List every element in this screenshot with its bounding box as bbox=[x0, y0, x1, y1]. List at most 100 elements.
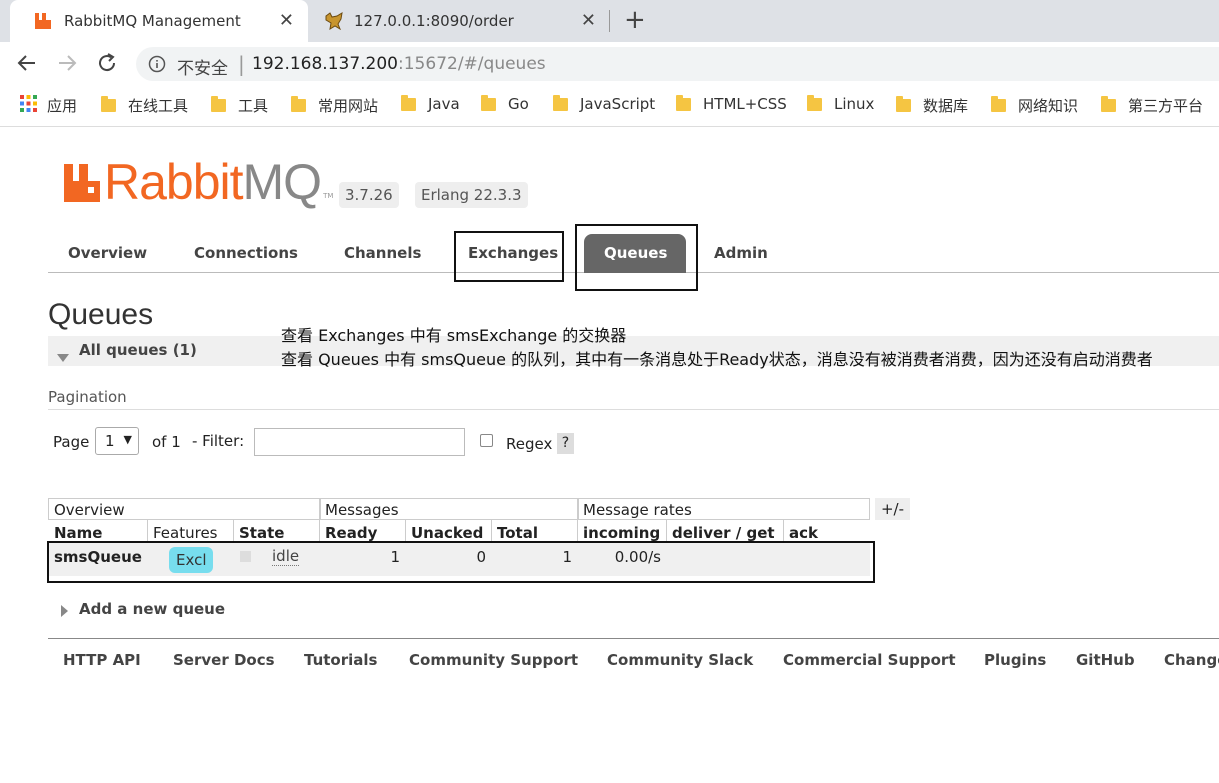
footer-link-commercial-support[interactable]: Commercial Support bbox=[783, 651, 956, 669]
folder-icon bbox=[1101, 96, 1116, 112]
footer-link-community-slack[interactable]: Community Slack bbox=[607, 651, 753, 669]
bookmark-label: Java bbox=[428, 95, 460, 113]
bookmark-label: HTML+CSS bbox=[703, 95, 787, 113]
pagination-divider bbox=[48, 409, 1219, 410]
bookmark-folder[interactable]: 网络知识 bbox=[991, 95, 1078, 116]
footer-link-changelog[interactable]: Changelog bbox=[1164, 651, 1219, 669]
apps-grid-icon bbox=[20, 95, 37, 116]
bookmark-label: 第三方平台 bbox=[1128, 97, 1204, 115]
tab-title: RabbitMQ Management bbox=[64, 12, 241, 30]
of-pages-label: of 1 bbox=[152, 433, 181, 451]
filter-input[interactable] bbox=[254, 428, 465, 456]
folder-icon bbox=[291, 96, 306, 112]
tomcat-favicon-icon bbox=[324, 12, 343, 31]
annotation-box-exchanges bbox=[454, 231, 564, 282]
new-tab-button[interactable]: + bbox=[624, 5, 646, 35]
footer-link-server-docs[interactable]: Server Docs bbox=[173, 651, 275, 669]
url-path: :15672/#/queues bbox=[398, 54, 546, 74]
annotation-box-queues bbox=[575, 224, 698, 291]
help-button[interactable]: ? bbox=[557, 433, 574, 454]
page-select[interactable]: 1 ▼ bbox=[95, 427, 139, 455]
rabbitmq-favicon-icon bbox=[34, 12, 52, 30]
bookmark-folder[interactable]: 常用网站 bbox=[291, 95, 378, 116]
collapse-triangle-icon[interactable] bbox=[57, 347, 69, 366]
bookmark-folder[interactable]: 数据库 bbox=[896, 95, 968, 116]
forward-icon[interactable] bbox=[56, 52, 78, 78]
folder-icon bbox=[101, 96, 116, 112]
add-queue-toggle[interactable]: Add a new queue bbox=[79, 600, 225, 618]
page-label: Page bbox=[53, 433, 90, 451]
bookmark-label: Go bbox=[508, 95, 529, 113]
columns-toggle-button[interactable]: +/- bbox=[875, 498, 910, 520]
bookmark-label: 应用 bbox=[47, 97, 78, 115]
bookmark-label: 网络知识 bbox=[1018, 97, 1079, 115]
bookmark-label: 工具 bbox=[238, 97, 269, 115]
bookmark-label: JavaScript bbox=[580, 95, 656, 113]
nav-admin[interactable]: Admin bbox=[714, 244, 768, 262]
bookmark-label: 数据库 bbox=[923, 97, 969, 115]
folder-icon bbox=[401, 94, 416, 111]
bookmark-apps[interactable]: 应用 bbox=[20, 95, 77, 116]
col-deliver-get[interactable]: deliver / get bbox=[672, 524, 775, 542]
reload-icon[interactable] bbox=[96, 52, 118, 78]
col-name[interactable]: Name bbox=[54, 524, 102, 542]
col-incoming[interactable]: incoming bbox=[583, 524, 660, 542]
tab-order[interactable]: 127.0.0.1:8090/order ✕ bbox=[310, 0, 608, 42]
folder-icon bbox=[676, 94, 691, 111]
annotation-box-queue-row bbox=[47, 541, 875, 583]
group-messages-label: Messages bbox=[325, 501, 399, 519]
bookmark-folder[interactable]: Java bbox=[401, 94, 460, 113]
tab-title: 127.0.0.1:8090/order bbox=[354, 12, 514, 30]
expand-triangle-icon[interactable] bbox=[61, 602, 69, 621]
footer-link-plugins[interactable]: Plugins bbox=[984, 651, 1046, 669]
bookmark-folder[interactable]: 在线工具 bbox=[101, 95, 188, 116]
page-title: Queues bbox=[48, 298, 154, 331]
bookmark-folder[interactable]: 第三方平台 bbox=[1101, 95, 1203, 116]
group-overview-label: Overview bbox=[54, 501, 125, 519]
bookmark-folder[interactable]: HTML+CSS bbox=[676, 94, 787, 113]
nav-overview[interactable]: Overview bbox=[68, 244, 147, 262]
bookmark-folder[interactable]: 工具 bbox=[211, 95, 268, 116]
col-state[interactable]: State bbox=[239, 524, 284, 542]
bookmark-label: 常用网站 bbox=[318, 97, 379, 115]
col-features: Features bbox=[153, 524, 218, 542]
bookmark-folder[interactable]: JavaScript bbox=[553, 94, 656, 113]
tab-divider bbox=[609, 10, 610, 32]
pagination-label: Pagination bbox=[48, 388, 127, 406]
close-tab-icon[interactable]: ✕ bbox=[279, 10, 294, 31]
back-icon[interactable] bbox=[16, 52, 38, 78]
logo-trademark: TM bbox=[323, 192, 334, 200]
col-ready[interactable]: Ready bbox=[325, 524, 377, 542]
url-text[interactable]: 192.168.137.200:15672/#/queues bbox=[252, 54, 546, 74]
regex-checkbox[interactable] bbox=[480, 434, 493, 447]
bookmark-label: 在线工具 bbox=[128, 97, 189, 115]
annotation-text-2: 查看 Queues 中有 smsQueue 的队列，其中有一条消息处于Ready… bbox=[281, 350, 1153, 369]
footer-link-github[interactable]: GitHub bbox=[1076, 651, 1135, 669]
erlang-badge: Erlang 22.3.3 bbox=[415, 182, 528, 208]
footer-link-community-support[interactable]: Community Support bbox=[409, 651, 578, 669]
folder-icon bbox=[481, 94, 496, 111]
chevron-down-icon: ▼ bbox=[123, 433, 132, 446]
url-host: 192.168.137.200 bbox=[252, 54, 399, 74]
bookmark-folder[interactable]: Linux bbox=[807, 94, 874, 113]
version-badge: 3.7.26 bbox=[339, 182, 399, 208]
folder-icon bbox=[991, 96, 1006, 112]
info-icon[interactable] bbox=[148, 55, 166, 77]
page-select-value: 1 bbox=[105, 432, 115, 450]
url-separator: | bbox=[238, 52, 245, 76]
close-tab-icon[interactable]: ✕ bbox=[581, 10, 596, 31]
footer-link-http-api[interactable]: HTTP API bbox=[63, 651, 141, 669]
nav-connections[interactable]: Connections bbox=[194, 244, 298, 262]
col-unacked[interactable]: Unacked bbox=[411, 524, 483, 542]
section-title[interactable]: All queues (1) bbox=[79, 341, 197, 359]
folder-icon bbox=[553, 94, 568, 111]
col-ack[interactable]: ack bbox=[789, 524, 818, 542]
tab-rabbitmq[interactable]: RabbitMQ Management ✕ bbox=[10, 0, 308, 42]
group-rates-label: Message rates bbox=[583, 501, 692, 519]
nav-channels[interactable]: Channels bbox=[344, 244, 421, 262]
security-label: 不安全 bbox=[177, 59, 228, 79]
col-total[interactable]: Total bbox=[497, 524, 538, 542]
footer-link-tutorials[interactable]: Tutorials bbox=[304, 651, 377, 669]
bookmark-folder[interactable]: Go bbox=[481, 94, 529, 113]
folder-icon bbox=[807, 94, 822, 111]
